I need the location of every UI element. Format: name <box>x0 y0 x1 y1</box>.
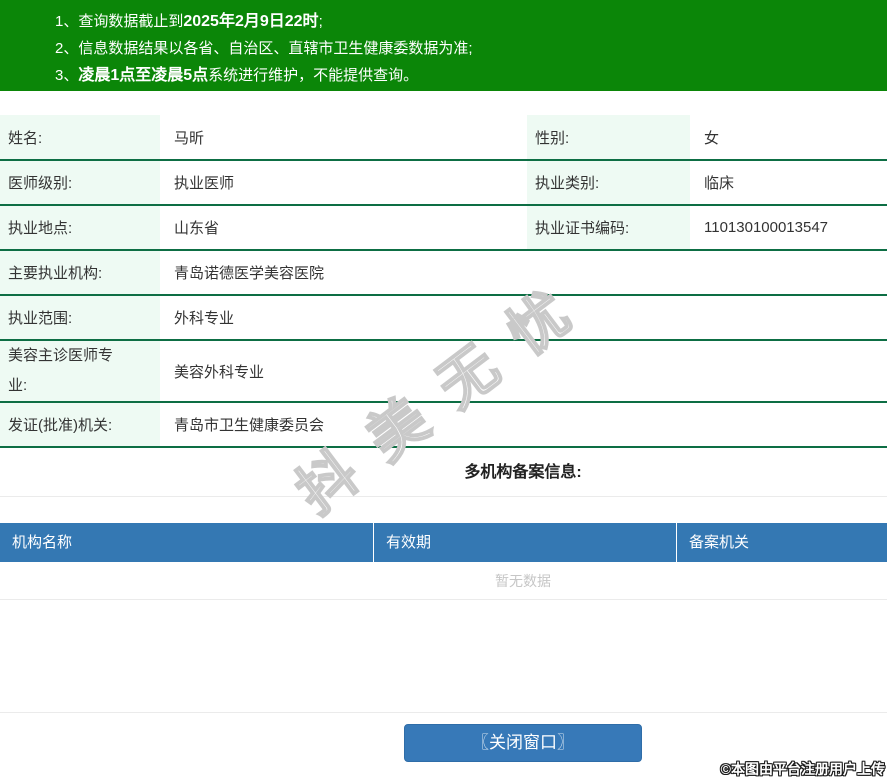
table-row: 发证(批准)机关: 青岛市卫生健康委员会 <box>0 402 887 448</box>
notice-line-3: 3、凌晨1点至凌晨5点系统进行维护，不能提供查询。 <box>55 67 419 84</box>
field-value-doctor-level: 执业医师 <box>160 160 527 206</box>
field-value-name: 马昕 <box>160 115 527 161</box>
field-label-main-institution: 主要执业机构: <box>0 250 160 296</box>
table-row: 美容主诊医师专业: 美容外科专业 <box>0 340 887 403</box>
field-value-certificate-number: 110130100013547 <box>690 205 887 251</box>
button-row: 〖关闭窗口〗 <box>0 713 887 762</box>
field-value-gender: 女 <box>690 115 887 161</box>
field-value-practice-category: 临床 <box>690 160 887 206</box>
table-row: 执业范围: 外科专业 <box>0 295 887 341</box>
upload-stamp-watermark: ©本图由平台注册用户上传 <box>720 761 885 777</box>
table-row: 执业地点: 山东省 执业证书编码: 110130100013547 <box>0 205 887 251</box>
field-label-gender: 性别: <box>527 115 690 161</box>
multi-org-section-title: 多机构备案信息: <box>0 448 887 497</box>
field-label-cosmetic-specialty: 美容主诊医师专业: <box>0 340 160 403</box>
notice-line-2: 2、信息数据结果以各省、自治区、直辖市卫生健康委数据为准; <box>55 40 473 57</box>
field-label-doctor-level: 医师级别: <box>0 160 160 206</box>
notice-banner: 1、查询数据截止到2025年2月9日22时; 2、信息数据结果以各省、自治区、直… <box>0 0 887 91</box>
query-result-window: 1、查询数据截止到2025年2月9日22时; 2、信息数据结果以各省、自治区、直… <box>0 0 887 784</box>
close-window-button[interactable]: 〖关闭窗口〗 <box>404 724 642 762</box>
field-value-cosmetic-specialty: 美容外科专业 <box>160 340 887 403</box>
column-header-institution: 机构名称 <box>12 534 73 551</box>
field-label-issuing-authority: 发证(批准)机关: <box>0 402 160 448</box>
field-value-practice-scope: 外科专业 <box>160 295 887 341</box>
column-header-record-authority: 备案机关 <box>676 523 887 562</box>
multi-org-table-header: 机构名称 有效期 备案机关 <box>0 523 887 562</box>
field-label-practice-scope: 执业范围: <box>0 295 160 341</box>
field-label-certificate-number: 执业证书编码: <box>527 205 690 251</box>
field-label-name: 姓名: <box>0 115 160 161</box>
field-value-issuing-authority: 青岛市卫生健康委员会 <box>160 402 887 448</box>
column-header-validity: 有效期 <box>373 523 676 562</box>
practitioner-info-table: 姓名: 马昕 性别: 女 医师级别: 执业医师 执业类别: 临床 执业地点: 山… <box>0 115 887 448</box>
field-value-main-institution: 青岛诺德医学美容医院 <box>160 250 887 296</box>
page-content: 1、查询数据截止到2025年2月9日22时; 2、信息数据结果以各省、自治区、直… <box>0 0 887 762</box>
spacer <box>0 600 887 713</box>
empty-state-text: 暂无数据 <box>0 562 887 600</box>
field-label-practice-location: 执业地点: <box>0 205 160 251</box>
field-value-practice-location: 山东省 <box>160 205 527 251</box>
notice-number: 1、 <box>55 13 79 30</box>
table-row: 姓名: 马昕 性别: 女 <box>0 115 887 161</box>
table-row: 主要执业机构: 青岛诺德医学美容医院 <box>0 250 887 296</box>
table-row: 医师级别: 执业医师 执业类别: 临床 <box>0 160 887 206</box>
notice-number: 2、 <box>55 40 79 57</box>
field-label-practice-category: 执业类别: <box>527 160 690 206</box>
notice-line-1: 1、查询数据截止到2025年2月9日22时; <box>55 13 323 30</box>
notice-number: 3、 <box>55 67 79 84</box>
